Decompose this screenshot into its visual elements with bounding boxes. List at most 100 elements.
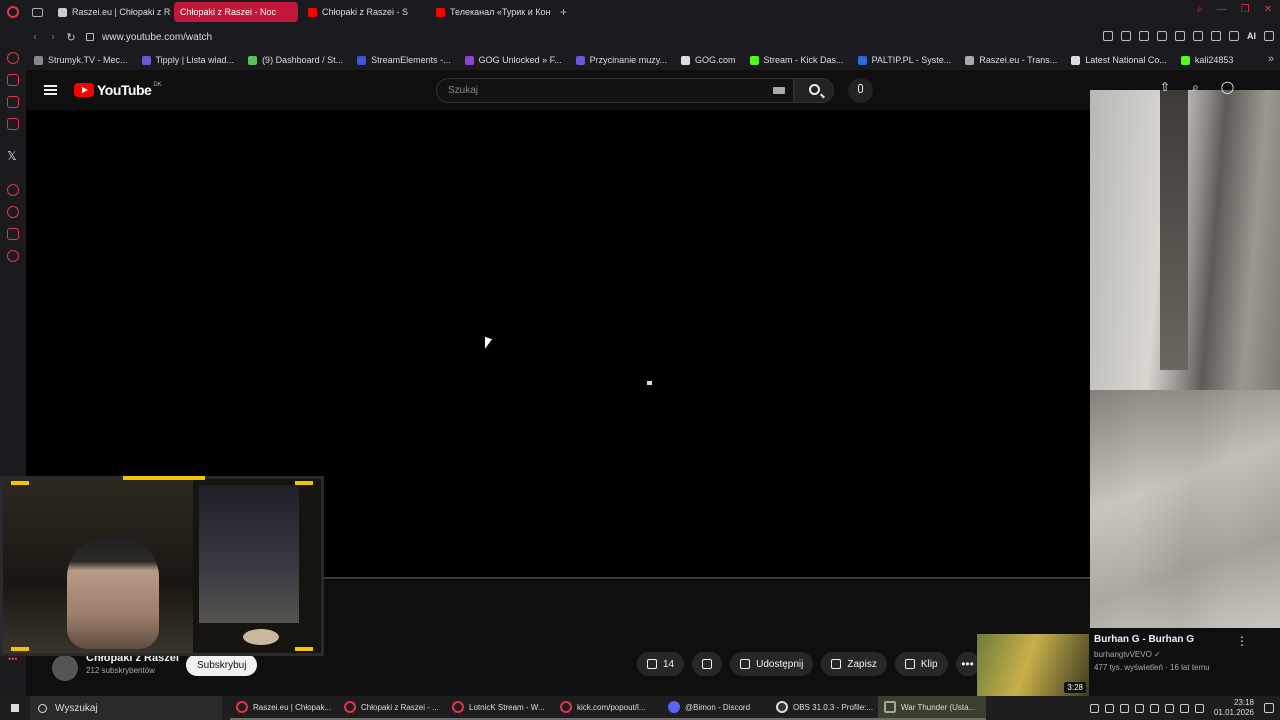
bookmark-item[interactable]: GOG Unlocked » F... (464, 55, 562, 65)
clock[interactable]: 23:18 01.01.2026 (1214, 698, 1254, 718)
tab-label: Chłopaki z Raszei - Noc (180, 7, 277, 17)
maximize-button[interactable]: ❐ (1241, 4, 1250, 15)
download-icon[interactable] (1229, 31, 1239, 41)
keyboard-icon[interactable] (773, 87, 785, 94)
bookmark-item[interactable]: PALTIP.PL - Syste... (857, 55, 951, 65)
steam-icon[interactable] (1149, 703, 1159, 713)
taskbar-app-item[interactable]: LotnicK Stream - W... (446, 696, 554, 720)
bookmark-favicon-icon (965, 55, 975, 65)
thumbs-up-icon (647, 659, 657, 669)
shield-icon[interactable] (1139, 31, 1149, 41)
back-arrow-icon[interactable]: ‹ (26, 31, 44, 43)
bookmark-item[interactable]: Przycinanie muzy... (575, 55, 667, 65)
x-icon[interactable]: 𝕏 (7, 149, 17, 163)
camera-floor (1090, 390, 1280, 628)
tray-app-icon[interactable] (1089, 703, 1099, 713)
bookmark-item[interactable]: StreamElements -... (357, 55, 451, 65)
microphone-icon[interactable] (1194, 703, 1204, 713)
taskbar-app-item[interactable]: kick.com/popout/l... (554, 696, 662, 720)
country-code: DK (153, 82, 162, 88)
aria-icon[interactable] (7, 52, 19, 64)
more-actions-button[interactable]: ••• (955, 652, 980, 676)
forward-arrow-icon[interactable]: › (44, 31, 62, 43)
url-field[interactable]: www.youtube.com/watch (102, 32, 212, 43)
obs-icon[interactable] (1134, 703, 1144, 713)
bookmark-label: Strumyk.TV - Mec... (48, 55, 128, 65)
search-button[interactable] (794, 78, 834, 103)
bookmark-item[interactable]: Raszei.eu - Trans... (965, 55, 1057, 65)
pin-icon[interactable] (1103, 31, 1113, 41)
network-icon[interactable] (1164, 703, 1174, 713)
channel-avatar[interactable] (52, 655, 78, 681)
notifications-icon[interactable]: ⌕ (1192, 80, 1199, 95)
clip-button[interactable]: Klip (894, 652, 948, 676)
taskbar-app-item[interactable]: War Thunder (Usta... (878, 696, 986, 720)
start-button[interactable] (0, 696, 30, 720)
profile-icon[interactable] (1211, 31, 1221, 41)
voice-search-button[interactable] (848, 78, 873, 103)
recommended-menu-icon[interactable]: ⋮ (1236, 634, 1248, 648)
bookmark-favicon-icon (749, 55, 759, 65)
search-input[interactable]: Szukaj (436, 78, 794, 103)
player-icon[interactable] (1157, 31, 1167, 41)
chrome-icon[interactable] (1119, 703, 1129, 713)
tab-telekanal[interactable]: Телеканал «Турик и Кон (430, 2, 552, 22)
clock-date: 01.01.2026 (1213, 708, 1254, 717)
upload-icon[interactable]: ⇧ (1160, 80, 1170, 95)
save-button[interactable]: Zapisz (821, 652, 887, 676)
search-tabs-icon[interactable]: ⌕ (1197, 4, 1203, 15)
share-button[interactable]: Udostępnij (730, 652, 814, 676)
close-button[interactable]: ✕ (1264, 4, 1272, 15)
volume-icon[interactable] (1179, 703, 1189, 713)
taskbar-app-item[interactable]: @Bimon - Discord (662, 696, 770, 720)
like-button[interactable]: 14 (637, 652, 685, 676)
reload-icon[interactable]: ↻ (62, 31, 80, 44)
workspaces-icon[interactable] (26, 0, 48, 24)
bookmark-item[interactable]: GOG.com (681, 55, 736, 65)
bookmarks-overflow-icon[interactable]: » (1268, 53, 1274, 65)
taskbar-app-item[interactable]: Chłopaki z Raszei - ... (338, 696, 446, 720)
speed-dial-icon[interactable] (7, 74, 19, 86)
notifications-icon[interactable] (1264, 703, 1274, 713)
guide-menu-icon[interactable] (44, 85, 57, 95)
messenger-icon[interactable] (7, 118, 19, 130)
bookmark-item[interactable]: Strumyk.TV - Mec... (34, 55, 128, 65)
taskbar-app-label: Chłopaki z Raszei - ... (361, 702, 439, 712)
subscribe-button[interactable]: Subskrybuj (186, 654, 258, 676)
bookmark-item[interactable]: Stream - Kick Das... (749, 55, 844, 65)
like-count: 14 (663, 658, 675, 670)
minimize-button[interactable]: — (1217, 4, 1227, 15)
bookmark-item[interactable]: Latest National Co... (1071, 55, 1167, 65)
ai-button[interactable]: AI (1247, 31, 1256, 41)
menu-icon[interactable] (1264, 31, 1274, 41)
opera-menu-icon[interactable] (0, 0, 26, 24)
settings-icon[interactable] (7, 250, 19, 262)
extensions-icon[interactable] (1193, 31, 1203, 41)
bookmark-item[interactable]: (9) Dashboard / St... (248, 55, 343, 65)
youtube-logo[interactable]: YouTube DK (74, 82, 162, 98)
tab-chlopaki-active[interactable]: Chłopaki z Raszei - Noc (174, 2, 298, 22)
bookmark-item[interactable]: Tipply | Lista wiad... (141, 55, 234, 65)
recommended-channel[interactable]: burhangtvVEVO ✓ (1094, 650, 1264, 659)
tray-app-icon[interactable] (1104, 703, 1114, 713)
pinboard-icon[interactable] (7, 228, 19, 240)
new-tab-button[interactable]: + (560, 5, 567, 19)
instagram-icon[interactable] (7, 96, 19, 108)
youtube-play-icon (74, 83, 94, 97)
history-icon[interactable] (7, 206, 19, 218)
taskbar-app-item[interactable]: OBS 31.0.3 - Profile:... (770, 696, 878, 720)
recommended-thumbnail[interactable]: 3:28 (977, 634, 1089, 696)
bookmark-favicon-icon (464, 55, 474, 65)
tab-chlopaki-youtube[interactable]: Chłopaki z Raszei - S (302, 2, 426, 22)
account-avatar-icon[interactable]: ◯ (1221, 80, 1234, 95)
taskbar-app-item[interactable]: Raszei.eu | Chłopak... (230, 696, 338, 720)
heart-icon[interactable] (1175, 31, 1185, 41)
player-icon[interactable] (7, 184, 19, 196)
search-icon (38, 703, 47, 713)
snapshot-icon[interactable] (1121, 31, 1131, 41)
tab-raszei[interactable]: Raszei.eu | Chłopaki z Ras (52, 2, 170, 22)
video-duration: 3:28 (1064, 682, 1086, 693)
bookmark-item[interactable]: kali24853 (1180, 55, 1233, 65)
dislike-button[interactable] (692, 652, 723, 676)
taskbar-search[interactable]: Wyszukaj (30, 696, 222, 720)
